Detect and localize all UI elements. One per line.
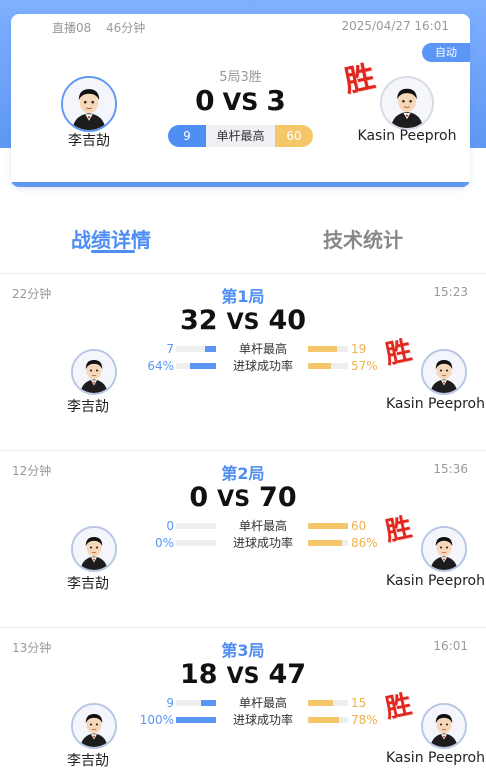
score-left: 0	[195, 84, 215, 117]
stat-left-bar	[176, 523, 216, 529]
stat-left-bar	[176, 363, 216, 369]
frame-stat-row: 9 单杆最高 15	[0, 695, 486, 711]
auto-badge[interactable]: 自动	[422, 43, 470, 62]
stat-left-bar	[176, 700, 216, 706]
stat-right-bar	[308, 540, 348, 546]
high-break-pill: 9 单杆最高 60	[168, 125, 313, 147]
stat-label: 单杆最高	[238, 342, 287, 356]
tab-active-indicator	[91, 250, 135, 253]
stat-right-bar	[308, 363, 348, 369]
match-datetime: 2025/04/27 16:01	[341, 19, 449, 33]
frame-player-left-name: 李吉劼	[67, 576, 109, 592]
frame-score-left: 0	[189, 482, 209, 513]
player-left-name[interactable]: 李吉劼	[51, 130, 127, 150]
frame-score-right: 47	[268, 659, 307, 690]
frame-player-left-name: 李吉劼	[67, 753, 109, 769]
stat-left-bar	[176, 717, 216, 723]
frame-score: 32 VS 40	[0, 305, 486, 336]
frame-player-right-name: Kasin Peeproh	[386, 750, 485, 766]
frame-section[interactable]: 12分钟 15:36 第2局 0 VS 70 李吉劼 胜 Kasin Peepr…	[0, 450, 486, 627]
frame-title: 第3局	[221, 641, 265, 660]
frame-title: 第1局	[221, 287, 265, 306]
stat-left-value: 9	[166, 696, 174, 710]
stat-left-bar	[176, 346, 216, 352]
frame-score-vs: VS	[226, 310, 260, 335]
stat-label: 进球成功率	[232, 536, 293, 550]
tab-match-details[interactable]: 战绩详情	[71, 224, 151, 253]
stat-right-fill	[308, 717, 339, 723]
stat-right-value: 86%	[351, 536, 378, 550]
stat-left-value: 7	[166, 342, 174, 356]
player-right-name[interactable]: Kasin Peeproh	[344, 128, 470, 144]
stat-right-value: 19	[351, 342, 367, 356]
frame-score-right: 70	[259, 482, 297, 513]
high-break-right: 60	[275, 125, 313, 147]
stat-left-value: 64%	[147, 359, 174, 373]
stat-left-value: 100%	[139, 713, 174, 727]
frame-score: 18 VS 47	[0, 659, 486, 690]
stat-right-bar	[308, 700, 348, 706]
frame-stat-row: 0 单杆最高 60	[0, 518, 486, 534]
score-right: 3	[266, 84, 286, 117]
stat-right-fill	[308, 363, 331, 369]
frame-player-left-name: 李吉劼	[67, 399, 109, 415]
frame-title: 第2局	[221, 464, 265, 483]
score-vs: VS	[222, 88, 259, 116]
frame-stat-row: 64% 进球成功率 57%	[0, 358, 486, 374]
tab-technical-stats[interactable]: 技术统计	[323, 224, 403, 253]
stat-right-value: 57%	[351, 359, 378, 373]
frame-score-left: 18	[179, 659, 218, 690]
stat-right-value: 60	[351, 519, 367, 533]
stat-right-bar	[308, 346, 348, 352]
stat-left-value: 0	[166, 519, 174, 533]
player-right-avatar[interactable]	[380, 76, 434, 130]
match-duration: 46分钟	[106, 21, 146, 35]
stat-left-fill	[201, 700, 216, 706]
frame-section[interactable]: 13分钟 16:01 第3局 18 VS 47 李吉劼 胜 Kasin Peep…	[0, 627, 486, 783]
stat-label: 进球成功率	[232, 359, 293, 373]
frame-stat-row: 100% 进球成功率 78%	[0, 712, 486, 728]
stat-left-value: 0%	[154, 536, 174, 550]
stat-left-bar	[176, 540, 216, 546]
high-break-label: 单杆最高	[206, 125, 275, 147]
frame-player-right-name: Kasin Peeproh	[386, 573, 485, 589]
frame-score: 0 VS 70	[0, 482, 486, 513]
frame-stat-row: 0% 进球成功率 86%	[0, 535, 486, 551]
stat-right-bar	[308, 523, 348, 529]
frame-score-vs: VS	[226, 664, 260, 689]
frame-score-vs: VS	[217, 487, 251, 512]
match-summary-card: 直播08 46分钟 2025/04/27 16:01 自动 李吉劼 5局3胜 0…	[11, 14, 470, 187]
stat-right-fill	[308, 523, 348, 529]
stat-right-value: 15	[351, 696, 367, 710]
frame-score-right: 40	[268, 305, 307, 336]
tab-bar: 战绩详情 技术统计	[0, 220, 486, 260]
stat-right-fill	[308, 540, 342, 546]
frame-player-right-name: Kasin Peeproh	[386, 396, 485, 412]
stat-left-fill	[190, 363, 216, 369]
stat-right-fill	[308, 700, 333, 706]
live-channel-label: 直播08	[52, 21, 92, 35]
stat-label: 单杆最高	[238, 519, 287, 533]
frame-score-left: 32	[179, 305, 218, 336]
stat-right-value: 78%	[351, 713, 378, 727]
high-break-left: 9	[168, 125, 206, 147]
stat-label: 进球成功率	[232, 713, 293, 727]
frame-section[interactable]: 22分钟 15:23 第1局 32 VS 40 李吉劼 胜 Kasin Peep…	[0, 273, 486, 450]
stat-label: 单杆最高	[238, 696, 287, 710]
stat-right-fill	[308, 346, 337, 352]
player-avatar-icon	[382, 78, 432, 128]
card-accent-bar	[11, 182, 470, 187]
stat-left-fill	[205, 346, 216, 352]
stat-left-fill	[176, 717, 216, 723]
frame-stat-row: 7 单杆最高 19	[0, 341, 486, 357]
stat-right-bar	[308, 717, 348, 723]
